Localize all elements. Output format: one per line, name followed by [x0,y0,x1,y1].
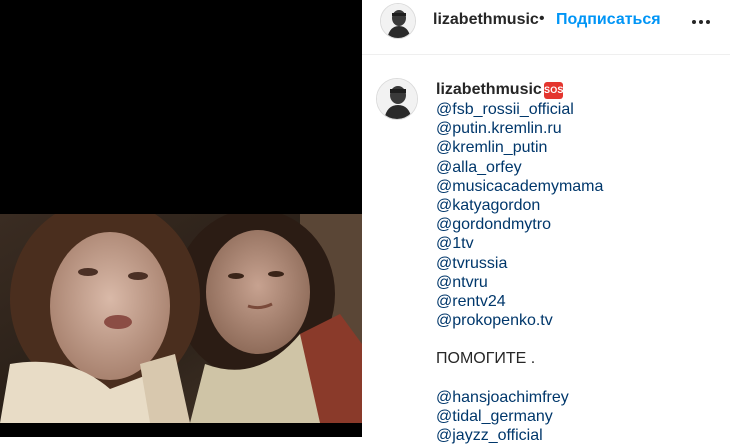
post-header: lizabethmusic • Подписаться [362,0,730,55]
username-link[interactable]: lizabethmusic [433,11,539,29]
more-dot [692,20,696,24]
caption-line: ПОМОГИТЕ . [436,350,536,368]
follow-button[interactable]: Подписаться [556,11,661,29]
mention-link[interactable]: @tidal_germany [436,407,726,426]
mention-link[interactable]: @tvrussia [436,254,726,273]
mention-link[interactable]: @ntvru [436,273,726,292]
more-dot [699,20,703,24]
mention-link[interactable]: @hansjoachimfrey [436,388,726,407]
more-dot [706,20,710,24]
more-options-icon[interactable] [688,9,714,35]
mention-link[interactable]: @fsb_rossii_official [436,100,726,119]
post-sidebar: lizabethmusic • Подписаться lizabethmusi… [362,0,730,444]
mention-link[interactable]: @rentv24 [436,292,726,311]
mention-link[interactable]: @alla_orfey [436,158,726,177]
mention-link[interactable]: @jayzz_official [436,426,726,445]
caption-avatar[interactable] [376,78,418,120]
post-media[interactable] [0,0,362,437]
avatar-image [381,4,415,38]
mention-link[interactable]: @putin.kremlin.ru [436,119,726,138]
sos-emoji-badge: SOS [544,82,563,99]
mention-link[interactable]: @prokopenko.tv [436,311,726,330]
avatar[interactable] [380,3,416,39]
mention-link[interactable]: @musicacademymama [436,177,726,196]
separator-dot: • [539,10,545,27]
video-frame[interactable] [0,214,362,423]
mention-link[interactable]: @gordondmytro [436,215,726,234]
video-still-image [0,214,362,423]
avatar-image [377,79,417,119]
mention-link[interactable]: @katyagordon [436,196,726,215]
caption-username-link[interactable]: lizabethmusic [436,81,542,99]
mention-link[interactable]: @1tv [436,234,726,253]
caption-text: @fsb_rossii_official @putin.kremlin.ru @kr… [436,100,726,445]
mention-link[interactable]: @kremlin_putin [436,138,726,157]
